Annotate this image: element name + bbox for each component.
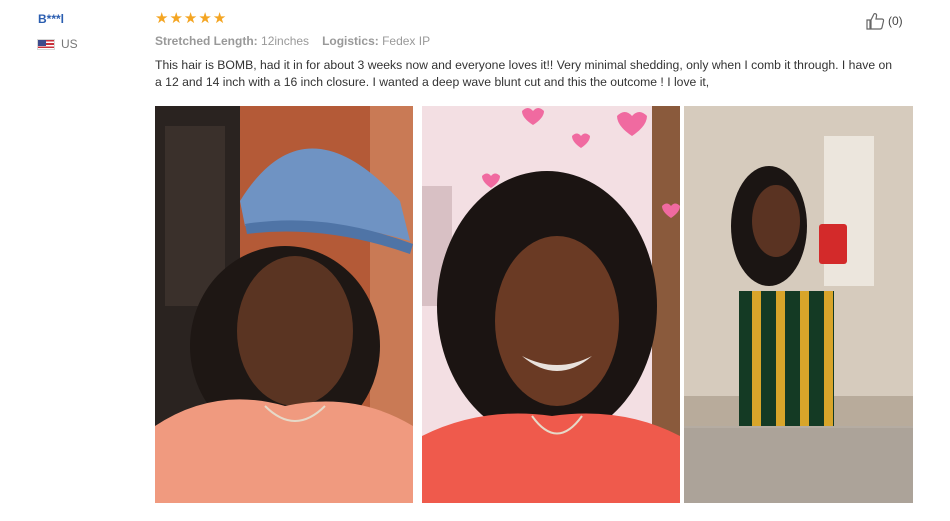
stretched-length-label: Stretched Length: xyxy=(155,34,258,48)
logistics-label: Logistics: xyxy=(322,34,379,48)
review-meta: Stretched Length: 12inches Logistics: Fe… xyxy=(155,34,430,48)
star-icon: ★ xyxy=(198,10,212,27)
star-icon: ★ xyxy=(155,10,169,27)
review-photo-1[interactable] xyxy=(155,106,413,503)
reviewer-country: US xyxy=(37,37,78,51)
us-flag-icon xyxy=(37,38,55,50)
star-icon: ★ xyxy=(212,10,227,27)
star-rating: ★ ★ ★ ★ ★ xyxy=(155,10,226,27)
stretched-length-value: 12inches xyxy=(261,34,310,48)
review-photo-3[interactable] xyxy=(684,106,913,503)
helpful-count: (0) xyxy=(888,14,903,28)
country-label: US xyxy=(61,37,78,51)
thumbs-up-icon xyxy=(866,13,885,30)
star-icon: ★ xyxy=(183,10,198,27)
star-icon: ★ xyxy=(169,10,183,27)
review-photo-2[interactable] xyxy=(422,106,680,503)
logistics-value: Fedex IP xyxy=(382,34,431,48)
stretched-length: Stretched Length: 12inches xyxy=(155,34,309,48)
review-text: This hair is BOMB, had it in for about 3… xyxy=(155,58,893,89)
helpful-button[interactable]: (0) xyxy=(865,12,903,30)
logistics: Logistics: Fedex IP xyxy=(322,34,430,48)
reviewer-name: B***l xyxy=(38,12,65,26)
